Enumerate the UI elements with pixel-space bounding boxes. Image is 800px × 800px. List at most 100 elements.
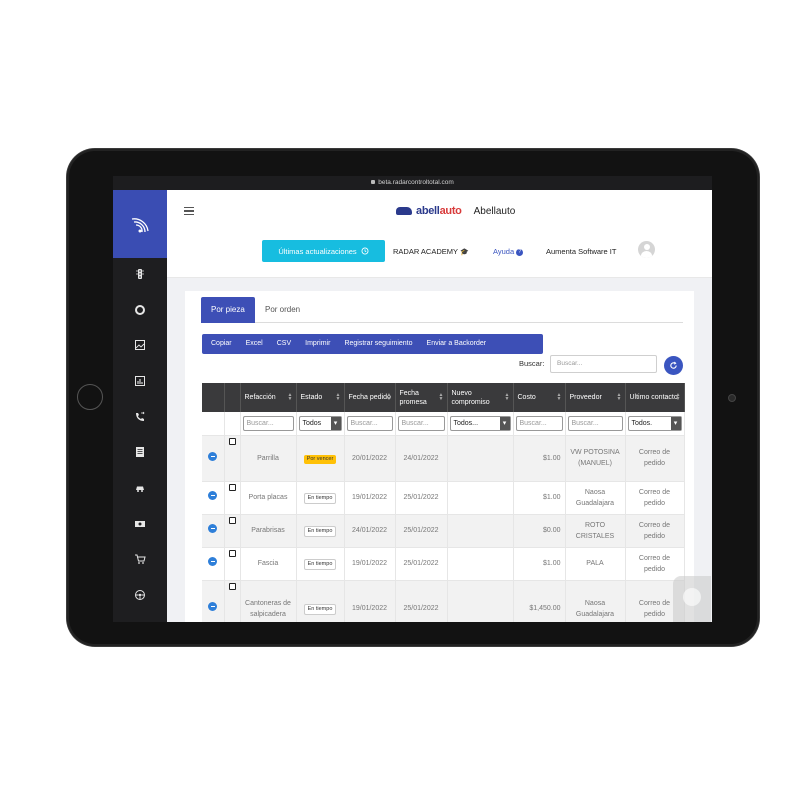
cell-refaccion: Fascia <box>240 547 297 581</box>
sort-icon: ▲ ▼ <box>335 392 341 402</box>
expand-row-icon[interactable] <box>208 602 218 611</box>
sort-icon: ▲ ▼ <box>386 392 392 402</box>
tab-por-orden[interactable]: Por orden <box>255 297 310 323</box>
cell-proveedor: ROTO CRISTALES <box>565 514 626 548</box>
cell-ultimo-contacto: Correo de pedido <box>625 481 685 515</box>
column-header-nuevo-compromiso[interactable]: Nuevo compromiso ▲ ▼ <box>447 383 514 412</box>
cell-nuevo-compromiso <box>447 514 514 548</box>
cell-ultimo-contacto: Correo de pedido <box>625 547 685 581</box>
cell-fecha-pedido: 19/01/2022 <box>344 481 396 515</box>
content-layer: Por pieza Por orden Copiar Excel CSV Imprim… <box>113 176 712 622</box>
status-badge: Por vencer <box>303 454 337 464</box>
cell-fecha-pedido: 20/01/2022 <box>344 435 396 482</box>
cell-ultimo-contacto: Correo de pedido <box>625 435 685 482</box>
cell-costo: $1.00 <box>513 435 566 482</box>
cell-refaccion: Parrilla <box>240 435 297 482</box>
table-row[interactable]: Fascia En tiempo 19/01/2022 25/01/2022 $1.00… <box>202 547 685 581</box>
filter-costo[interactable]: Buscar... <box>515 415 563 431</box>
row-checkbox[interactable] <box>228 483 236 491</box>
filter-fecha-pedido[interactable]: Buscar... <box>346 415 393 431</box>
row-checkbox[interactable] <box>228 549 236 557</box>
expand-row-icon[interactable] <box>208 491 218 500</box>
cell-proveedor: VW POTOSINA (MANUEL) <box>565 435 626 482</box>
export-toolbar: Copiar Excel CSV Imprimir Registrar seguimie… <box>202 334 543 354</box>
assistive-touch-button[interactable] <box>673 576 711 622</box>
cell-estado: En tiempo <box>296 481 345 515</box>
filter-row: Buscar...TodosBuscar...Buscar...Todos...… <box>202 412 685 436</box>
cell-refaccion: Parabrisas <box>240 514 297 548</box>
column-header-fecha-pedido[interactable]: Fecha pedido ▲ ▼ <box>344 383 396 412</box>
column-header-ultimo-contacto[interactable]: Ultimo contacto ▲ ▼ <box>625 383 685 412</box>
column-header-expand <box>202 383 225 412</box>
cell-costo: $1.00 <box>513 481 566 515</box>
cell-costo: $0.00 <box>513 514 566 548</box>
column-header-estado[interactable]: Estado ▲ ▼ <box>296 383 345 412</box>
cell-proveedor: Naosa Guadalajara <box>565 580 626 622</box>
table-row[interactable]: Parabrisas En tiempo 24/01/2022 25/01/2022 $… <box>202 514 685 548</box>
cell-fecha-promesa: 25/01/2022 <box>395 580 448 622</box>
sort-icon: ▲ ▼ <box>287 392 293 402</box>
cell-costo: $1,450.00 <box>513 580 566 622</box>
export-button-enviar-a-backorder[interactable]: Enviar a Backorder <box>420 334 494 354</box>
column-header-check <box>224 383 241 412</box>
status-badge: En tiempo <box>303 558 337 570</box>
export-button-registrar-seguimiento[interactable]: Registrar seguimiento <box>337 334 419 354</box>
cell-fecha-pedido: 24/01/2022 <box>344 514 396 548</box>
row-checkbox[interactable] <box>228 516 236 524</box>
filter-nuevo-compromiso[interactable]: Todos... <box>449 415 511 431</box>
column-header-costo[interactable]: Costo ▲ ▼ <box>513 383 566 412</box>
table-row[interactable]: Parrilla Por vencer 20/01/2022 24/01/2022 $1… <box>202 435 685 482</box>
parts-table: Refacción ▲ ▼ Estado ▲ ▼ Fecha pedido ▲ ▼ Fecha p… <box>202 383 685 622</box>
cell-estado: En tiempo <box>296 547 345 581</box>
column-header-refaccion[interactable]: Refacción ▲ ▼ <box>240 383 297 412</box>
cell-fecha-pedido: 19/01/2022 <box>344 580 396 622</box>
cell-fecha-promesa: 24/01/2022 <box>395 435 448 482</box>
cell-refaccion: Cantoneras de salpicadera <box>240 580 297 622</box>
sort-icon: ▲ ▼ <box>616 392 622 402</box>
cell-ultimo-contacto: Correo de pedido <box>625 514 685 548</box>
filter-proveedor[interactable]: Buscar... <box>567 415 623 431</box>
expand-row-icon[interactable] <box>208 557 218 566</box>
cell-fecha-promesa: 25/01/2022 <box>395 547 448 581</box>
column-header-proveedor[interactable]: Proveedor ▲ ▼ <box>565 383 626 412</box>
cell-estado: Por vencer <box>296 435 345 482</box>
camera <box>728 394 736 402</box>
refresh-button[interactable] <box>664 356 683 375</box>
expand-row-icon[interactable] <box>208 451 218 461</box>
filter-fecha-promesa[interactable]: Buscar... <box>397 415 445 431</box>
export-button-csv[interactable]: CSV <box>270 334 298 354</box>
table-row[interactable]: Porta placas En tiempo 19/01/2022 25/01/202… <box>202 481 685 515</box>
cell-proveedor: PALA <box>565 547 626 581</box>
cell-fecha-promesa: 25/01/2022 <box>395 514 448 548</box>
refresh-icon <box>670 361 677 369</box>
column-header-fecha-promesa[interactable]: Fecha promesa ▲ ▼ <box>395 383 448 412</box>
export-button-copiar[interactable]: Copiar <box>202 334 239 354</box>
filter-refaccion[interactable]: Buscar... <box>242 415 294 431</box>
table-row[interactable]: Cantoneras de salpicadera En tiempo 19/01/… <box>202 580 685 622</box>
row-checkbox[interactable] <box>228 437 236 445</box>
tab-por-pieza[interactable]: Por pieza <box>201 297 255 323</box>
cell-fecha-pedido: 19/01/2022 <box>344 547 396 581</box>
expand-row-icon[interactable] <box>208 524 218 533</box>
cell-refaccion: Porta placas <box>240 481 297 515</box>
export-button-excel[interactable]: Excel <box>239 334 270 354</box>
row-checkbox[interactable] <box>228 582 236 590</box>
cell-estado: En tiempo <box>296 514 345 548</box>
export-button-imprimir[interactable]: Imprimir <box>298 334 337 354</box>
status-badge: En tiempo <box>303 492 337 504</box>
filter-estado[interactable]: Todos <box>298 415 342 431</box>
cell-fecha-promesa: 25/01/2022 <box>395 481 448 515</box>
home-button <box>77 384 103 410</box>
cell-nuevo-compromiso <box>447 580 514 622</box>
search-input[interactable]: Buscar... <box>550 355 657 373</box>
filter-ultimo-contacto[interactable]: Todos. <box>627 415 682 431</box>
cell-estado: En tiempo <box>296 580 345 622</box>
sort-icon: ▲ ▼ <box>556 392 562 402</box>
sort-icon: ▲ ▼ <box>438 392 444 402</box>
cell-costo: $1.00 <box>513 547 566 581</box>
sort-icon: ▲ ▼ <box>675 392 681 402</box>
cell-nuevo-compromiso <box>447 435 514 482</box>
status-badge: En tiempo <box>303 603 337 615</box>
search-label: Buscar: <box>519 359 545 368</box>
view-tabs: Por pieza Por orden <box>201 297 683 323</box>
